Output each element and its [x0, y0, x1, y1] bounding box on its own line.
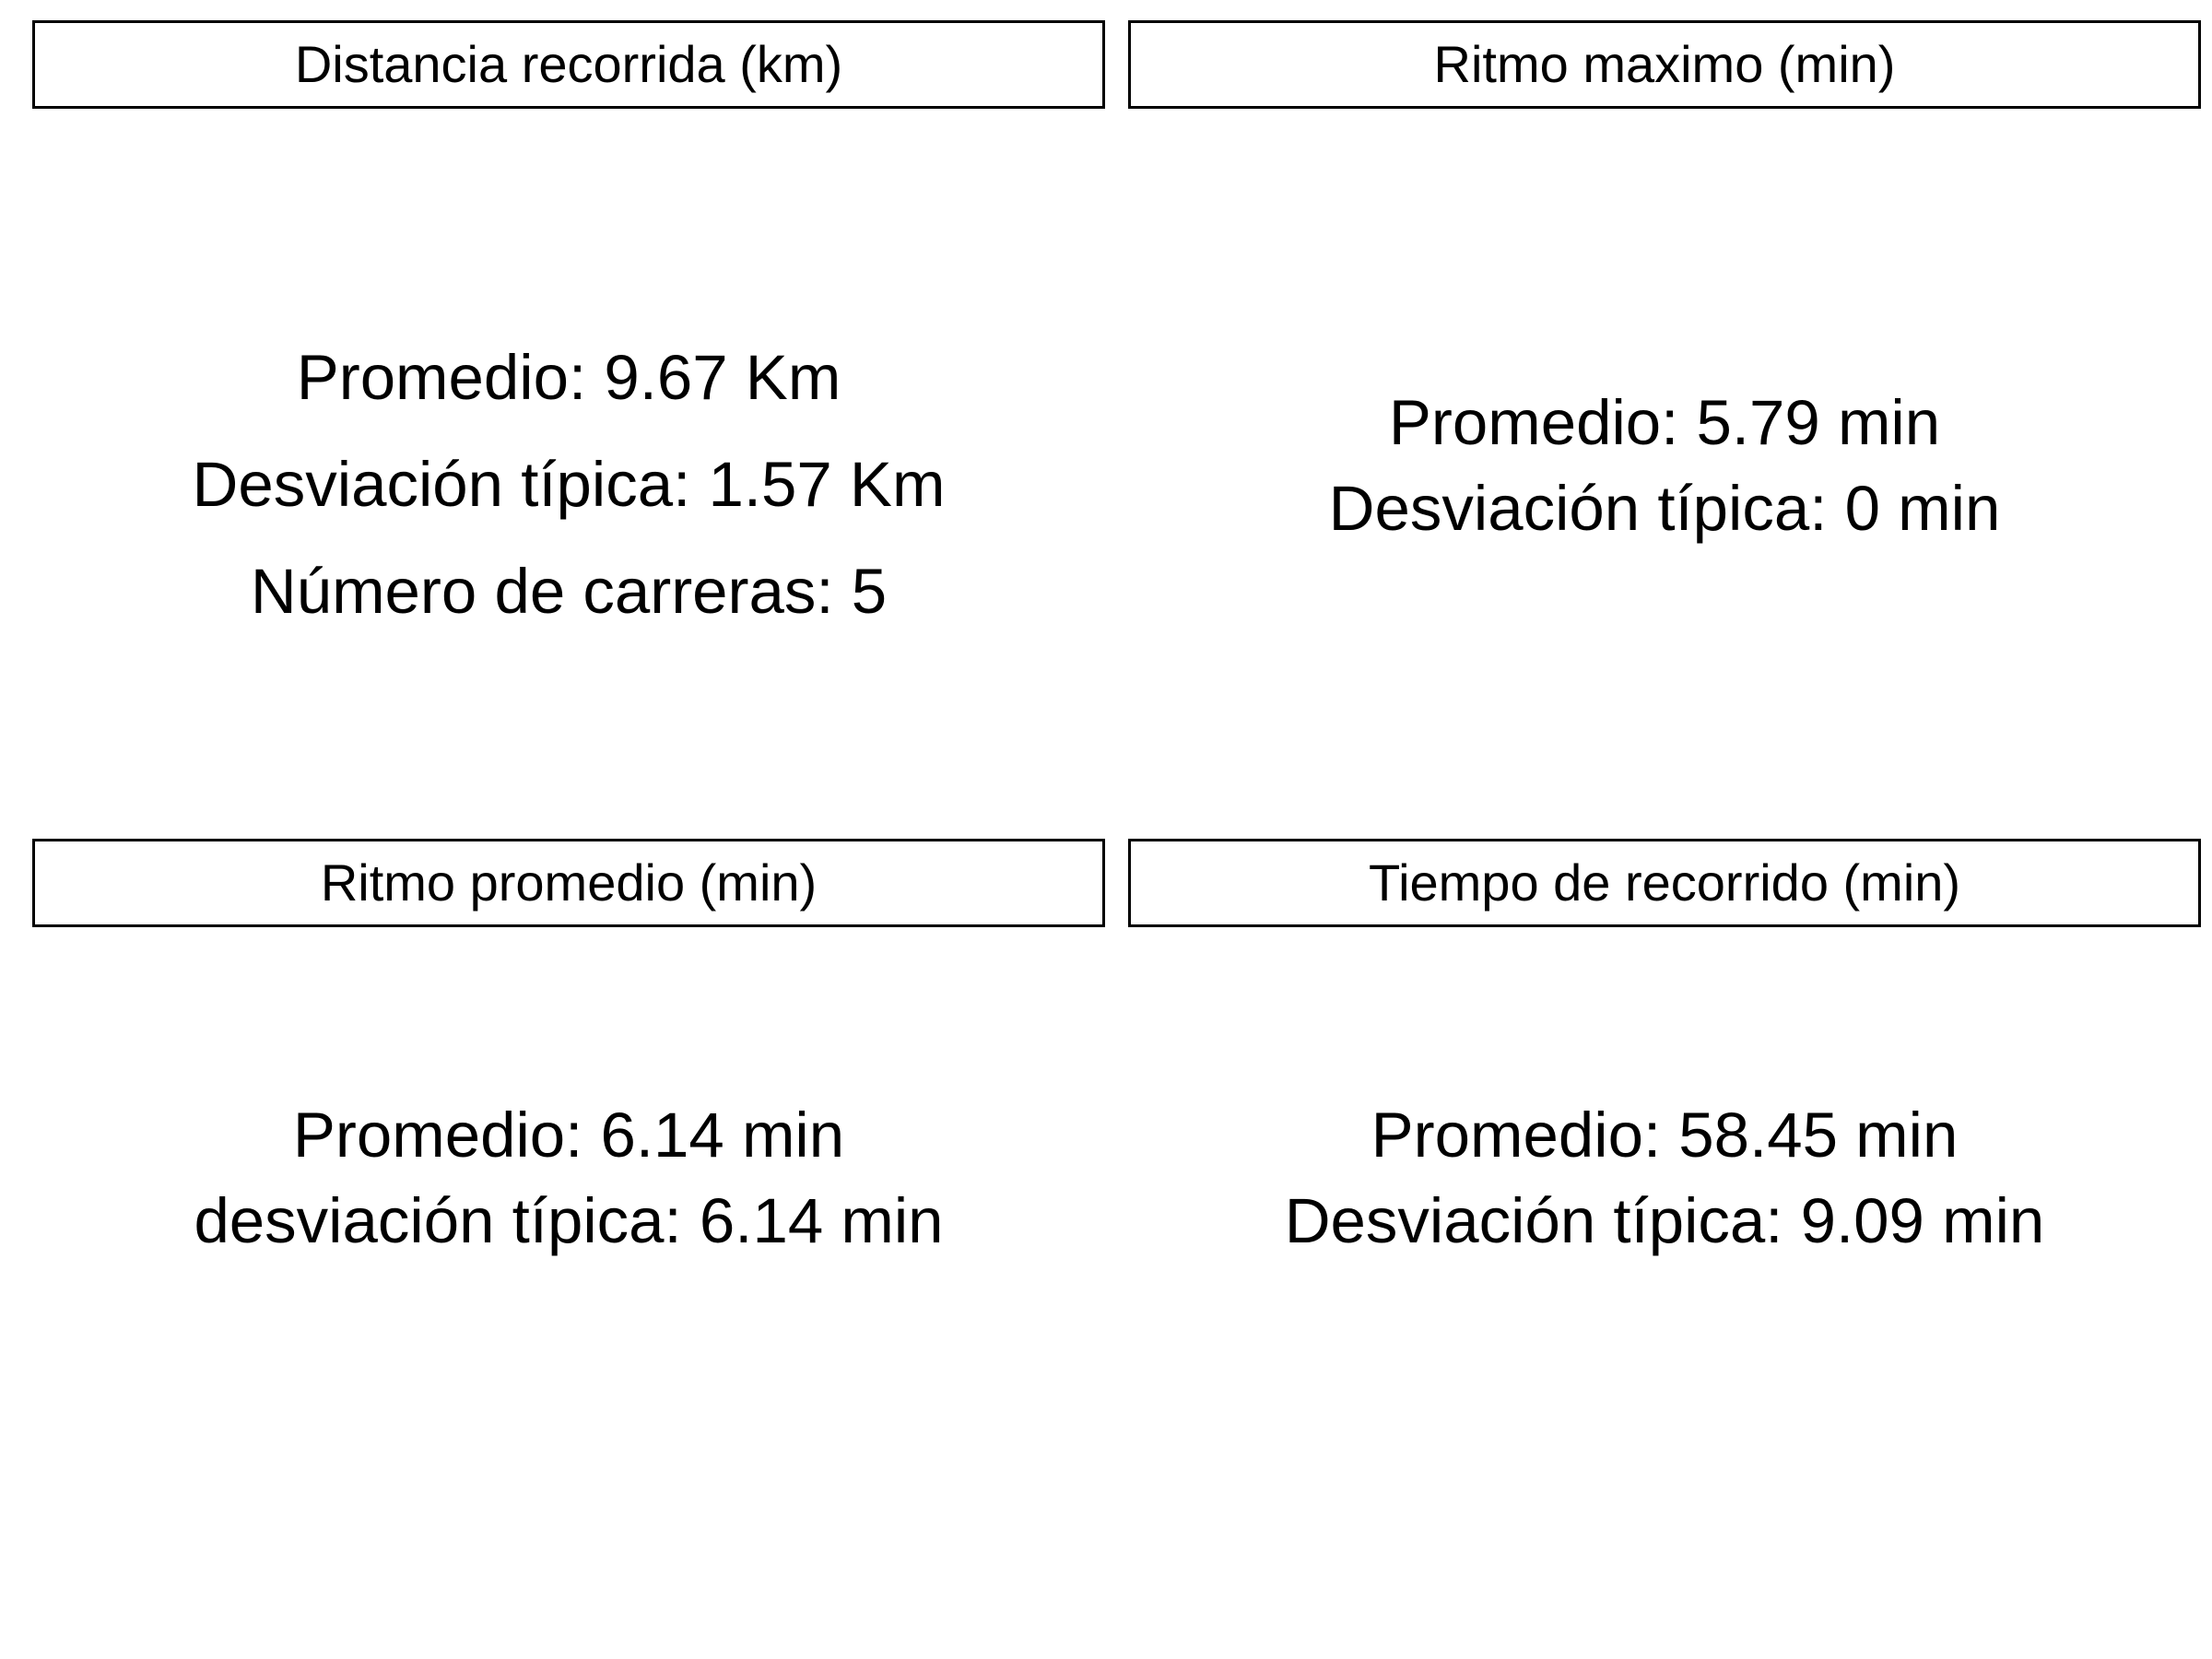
max-pace-average: Promedio: 5.79 min: [1388, 387, 1941, 458]
avg-pace-panel-title: Ritmo promedio (min): [32, 839, 1105, 927]
max-pace-std-dev: Desviación típica: 0 min: [1328, 473, 2001, 544]
run-time-panel-title: Tiempo de recorrido (min): [1128, 839, 2201, 927]
run-time-average: Promedio: 58.45 min: [1371, 1100, 1959, 1171]
distance-panel: Distancia recorrida (km) Promedio: 9.67 …: [32, 20, 1105, 627]
run-time-std-dev: Desviación típica: 9.09 min: [1284, 1185, 2045, 1256]
avg-pace-panel: Ritmo promedio (min) Promedio: 6.14 min …: [32, 839, 1105, 1256]
run-count: Número de carreras: 5: [250, 556, 888, 627]
distance-stats: Promedio: 9.67 Km Desviación típica: 1.5…: [32, 324, 1105, 645]
run-time-panel: Tiempo de recorrido (min) Promedio: 58.4…: [1128, 839, 2201, 1256]
avg-pace-average: Promedio: 6.14 min: [292, 1100, 845, 1171]
max-pace-stats: Promedio: 5.79 min Desviación típica: 0 …: [1128, 380, 2201, 551]
distance-panel-title: Distancia recorrida (km): [32, 20, 1105, 109]
max-pace-panel: Ritmo maximo (min) Promedio: 5.79 min De…: [1128, 20, 2201, 544]
avg-pace-stats: Promedio: 6.14 min desviación típica: 6.…: [32, 1092, 1105, 1264]
run-time-stats: Promedio: 58.45 min Desviación típica: 9…: [1128, 1092, 2201, 1264]
distance-average: Promedio: 9.67 Km: [296, 342, 841, 413]
avg-pace-std-dev: desviación típica: 6.14 min: [194, 1185, 944, 1256]
distance-std-dev: Desviación típica: 1.57 Km: [192, 449, 946, 520]
max-pace-panel-title: Ritmo maximo (min): [1128, 20, 2201, 109]
